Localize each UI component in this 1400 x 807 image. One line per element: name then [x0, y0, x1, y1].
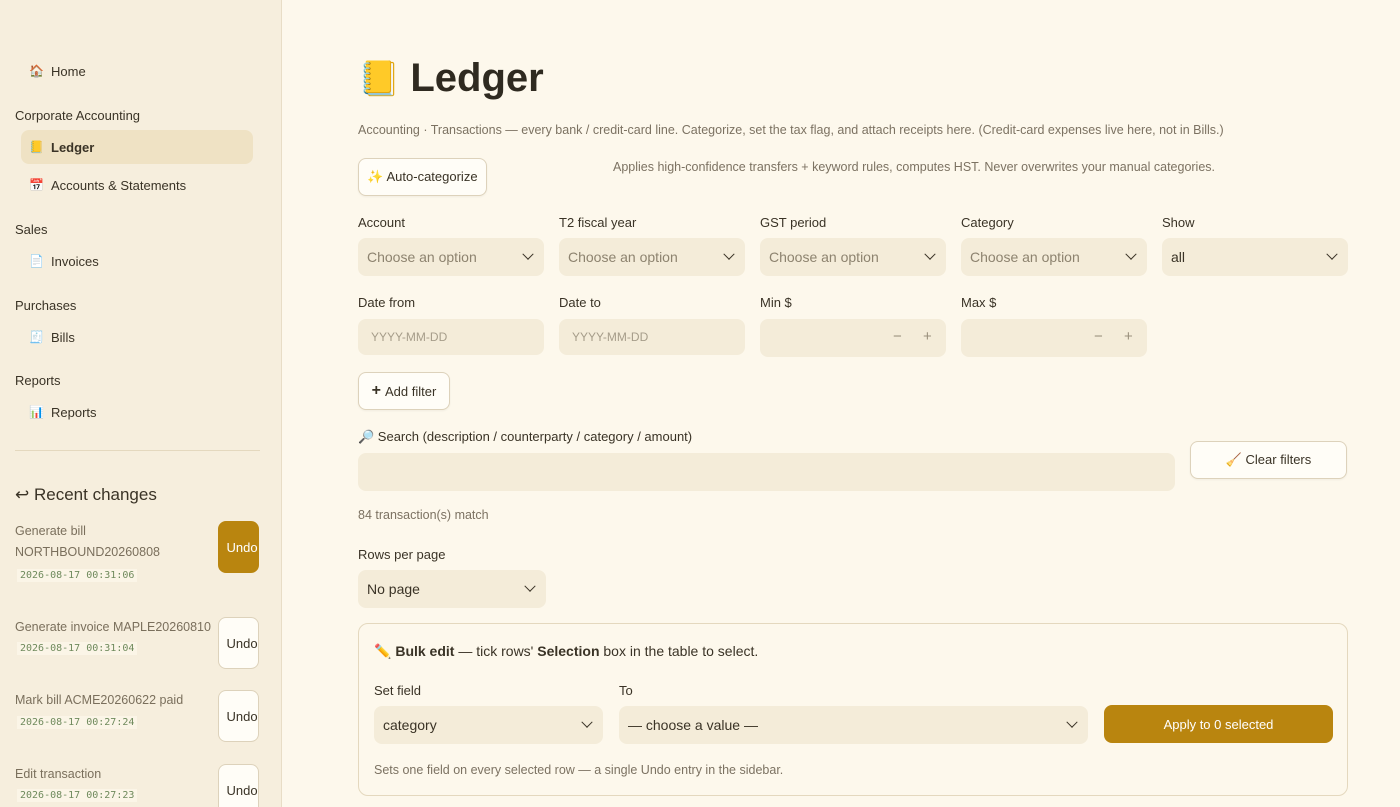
sidebar-item-home[interactable]: 🏠 Home: [21, 54, 253, 88]
recent-change-label: Mark bill ACME20260622 paid: [15, 693, 184, 707]
min-amount-label: Min $: [760, 295, 792, 310]
calendar-icon: 📅: [29, 178, 44, 192]
receipt-icon: 🧾: [29, 330, 44, 344]
to-label: To: [619, 683, 633, 698]
min-amount-input[interactable]: − +: [760, 319, 946, 357]
sidebar-item-label: Ledger: [51, 139, 95, 155]
category-select[interactable]: Choose an option: [961, 238, 1147, 276]
sidebar-item-label: Reports: [51, 404, 97, 420]
bulk-edit-panel: ✏️ Bulk edit — tick rows' Selection box …: [358, 623, 1348, 796]
undo-button[interactable]: Undo: [218, 764, 259, 807]
recent-changes-heading: ↩ Recent changes: [15, 485, 157, 504]
sidebar-divider: [15, 450, 260, 451]
undo-arrow-icon: ↩: [15, 485, 30, 504]
undo-button[interactable]: Undo: [218, 617, 259, 669]
plus-icon: +: [371, 382, 382, 399]
minus-icon[interactable]: −: [893, 328, 902, 345]
set-field-label: Set field: [374, 683, 421, 698]
auto-categorize-button[interactable]: ✨ Auto-categorize: [358, 158, 487, 196]
rows-per-page-label: Rows per page: [358, 547, 446, 562]
sidebar-item-invoices[interactable]: 📄 Invoices: [21, 244, 253, 278]
recent-change-label: Edit transaction: [15, 767, 102, 781]
pencil-icon: ✏️: [374, 643, 392, 659]
date-from-input[interactable]: YYYY-MM-DD: [358, 319, 544, 355]
date-to-label: Date to: [559, 295, 601, 310]
plus-icon[interactable]: +: [1124, 328, 1133, 345]
date-from-label: Date from: [358, 295, 416, 310]
undo-button[interactable]: Undo: [218, 690, 259, 742]
sidebar: 🏠 Home Corporate Accounting 📒 Ledger 📅 A…: [0, 0, 282, 807]
sidebar-item-label: Accounts & Statements: [51, 177, 187, 193]
chevron-down-icon: [581, 716, 593, 728]
search-input[interactable]: [358, 453, 1175, 491]
undo-button[interactable]: Undo: [218, 521, 259, 573]
page-caption: Accounting · Transactions — every bank /…: [358, 123, 1224, 137]
sidebar-item-bills[interactable]: 🧾 Bills: [21, 320, 253, 354]
sidebar-section-purchases: Purchases: [15, 298, 77, 313]
house-icon: 🏠: [29, 64, 44, 78]
search-label: 🔎 Search (description / counterparty / c…: [358, 429, 693, 444]
category-label: Category: [961, 215, 1014, 230]
max-amount-input[interactable]: − +: [961, 319, 1147, 357]
sidebar-item-label: Bills: [51, 329, 75, 345]
gst-period-select[interactable]: Choose an option: [760, 238, 946, 276]
account-label: Account: [358, 215, 405, 230]
date-to-input[interactable]: YYYY-MM-DD: [559, 319, 745, 355]
ledger-icon: 📒: [358, 59, 401, 98]
sidebar-item-accounts-statements[interactable]: 📅 Accounts & Statements: [21, 168, 253, 202]
sidebar-section-corporate-accounting: Corporate Accounting: [15, 108, 141, 123]
sidebar-section-reports: Reports: [15, 373, 61, 388]
to-value-select[interactable]: — choose a value —: [619, 706, 1088, 744]
auto-categorize-hint: Applies high-confidence transfers + keyw…: [613, 160, 1216, 174]
sidebar-item-label: Invoices: [51, 253, 99, 269]
sidebar-item-ledger[interactable]: 📒 Ledger: [21, 130, 253, 164]
recent-change-label: Generate invoice MAPLE20260810: [15, 620, 211, 634]
rows-per-page-select[interactable]: No page: [358, 570, 546, 608]
sidebar-item-label: Home: [51, 63, 86, 79]
chevron-down-icon: [1066, 716, 1078, 728]
chevron-down-icon: [522, 248, 534, 260]
bulk-edit-note: Sets one field on every selected row — a…: [374, 763, 784, 777]
chevron-down-icon: [723, 248, 735, 260]
chevron-down-icon: [524, 580, 536, 592]
recent-change-label: Generate bill NORTHBOUND20260808: [15, 524, 160, 559]
fiscal-year-label: T2 fiscal year: [559, 215, 637, 230]
recent-change-time: 2026-08-17 00:27:23: [17, 789, 138, 802]
match-count: 84 transaction(s) match: [358, 508, 489, 522]
apply-bulk-button[interactable]: Apply to 0 selected: [1104, 705, 1333, 743]
show-label: Show: [1162, 215, 1195, 230]
ledger-icon: 📒: [29, 140, 44, 154]
set-field-select[interactable]: category: [374, 706, 603, 744]
add-filter-button[interactable]: + Add filter: [358, 372, 450, 410]
plus-icon[interactable]: +: [923, 328, 932, 345]
recent-change-time: 2026-08-17 00:31:04: [17, 642, 138, 655]
invoice-icon: 📄: [29, 254, 44, 268]
recent-change-time: 2026-08-17 00:31:06: [17, 569, 138, 582]
sidebar-section-sales: Sales: [15, 222, 48, 237]
show-select[interactable]: all: [1162, 238, 1348, 276]
page-title: 📒 Ledger: [358, 56, 544, 100]
chevron-down-icon: [1326, 248, 1338, 260]
main-content: 📒 Ledger Accounting · Transactions — eve…: [282, 0, 1400, 807]
recent-change-time: 2026-08-17 00:27:24: [17, 716, 138, 729]
account-select[interactable]: Choose an option: [358, 238, 544, 276]
bulk-edit-intro: ✏️ Bulk edit — tick rows' Selection box …: [374, 643, 759, 659]
chevron-down-icon: [1125, 248, 1137, 260]
gst-period-label: GST period: [760, 215, 827, 230]
bar-chart-icon: 📊: [29, 405, 44, 419]
minus-icon[interactable]: −: [1094, 328, 1103, 345]
fiscal-year-select[interactable]: Choose an option: [559, 238, 745, 276]
chevron-down-icon: [924, 248, 936, 260]
clear-filters-button[interactable]: 🧹 Clear filters: [1190, 441, 1347, 479]
sidebar-item-reports[interactable]: 📊 Reports: [21, 395, 253, 429]
max-amount-label: Max $: [961, 295, 997, 310]
